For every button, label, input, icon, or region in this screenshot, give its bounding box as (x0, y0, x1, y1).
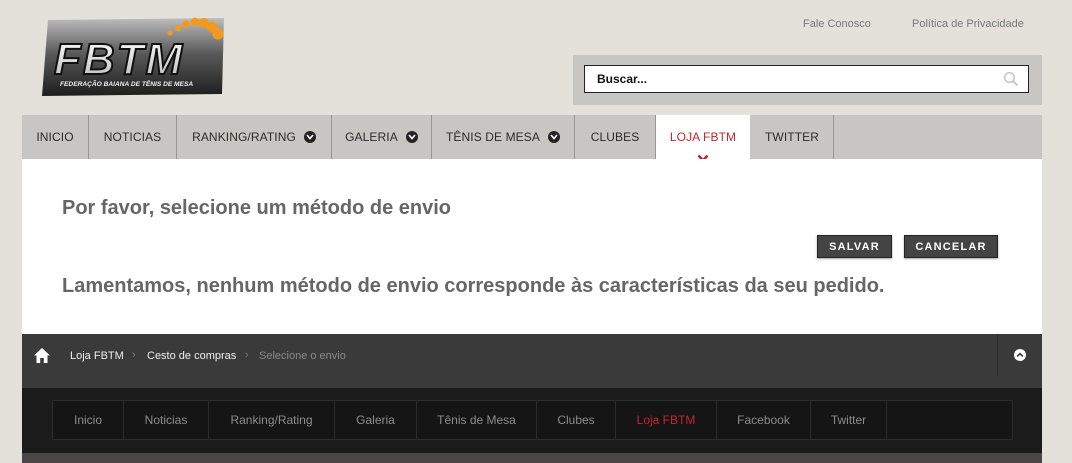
footer-nav: Inicio Noticias Ranking/Rating Galeria T… (52, 400, 1013, 440)
nav-item-label: RANKING/RATING (192, 130, 296, 144)
footer-nav-item[interactable]: Noticias (124, 401, 209, 439)
page-title: Por favor, selecione um método de envio (62, 197, 451, 219)
nav-item-tenis-de-mesa[interactable]: TÊNIS DE MESA (432, 115, 575, 159)
search-area (573, 55, 1042, 105)
nav-item-label: NOTICIAS (103, 130, 162, 144)
privacy-link[interactable]: Política de Privacidade (912, 18, 1024, 30)
footer-nav-item-active[interactable]: Loja FBTM (616, 401, 717, 439)
footer-nav-item[interactable]: Inicio (53, 401, 124, 439)
nav-item-label: GALERIA (345, 130, 398, 144)
nav-item-label: INICIO (36, 130, 74, 144)
search-icon[interactable] (1003, 71, 1019, 87)
breadcrumb-item[interactable]: Cesto de compras (147, 350, 236, 362)
search-input[interactable] (597, 71, 977, 87)
footer-nav-item[interactable]: Facebook (717, 401, 811, 439)
back-to-top-icon[interactable] (1014, 349, 1026, 361)
svg-text:FEDERAÇÃO BAIANA DE TÊNIS DE M: FEDERAÇÃO BAIANA DE TÊNIS DE MESA (60, 79, 193, 88)
nav-item-clubes[interactable]: CLUBES (575, 115, 656, 159)
footer-nav-item[interactable]: Tênis de Mesa (417, 401, 537, 439)
contact-link[interactable]: Fale Conosco (803, 18, 871, 30)
nav-item-noticias[interactable]: NOTICIAS (89, 115, 177, 159)
search-box (584, 65, 1029, 93)
breadcrumb-item[interactable]: Loja FBTM (70, 350, 124, 362)
divider (997, 334, 998, 376)
footer-nav-item[interactable]: Galeria (335, 401, 417, 439)
footer-nav-item[interactable]: Twitter (811, 401, 887, 439)
nav-item-label: CLUBES (590, 130, 640, 144)
nav-item-label: LOJA FBTM (669, 130, 737, 144)
save-button[interactable]: SALVAR (817, 235, 892, 258)
no-shipping-message: Lamentamos, nenhum método de envio corre… (62, 275, 885, 297)
breadcrumb-separator-icon: › (132, 349, 136, 361)
nav-item-inicio[interactable]: INICIO (22, 115, 89, 159)
nav-item-label: TWITTER (764, 130, 820, 144)
chevron-down-icon (303, 131, 316, 143)
nav-item-loja-fbtm[interactable]: LOJA FBTM (656, 115, 751, 159)
main-nav: INICIO NOTICIAS RANKING/RATING GALERIA T… (22, 115, 1042, 159)
nav-item-ranking[interactable]: RANKING/RATING (177, 115, 332, 159)
home-icon[interactable] (33, 347, 51, 364)
shipping-panel: Por favor, selecione um método de envio … (22, 159, 1042, 334)
fbtm-logo[interactable]: FBTM FEDERAÇÃO BAIANA DE TÊNIS DE MESA (38, 14, 228, 100)
nav-item-label: TÊNIS DE MESA (446, 130, 540, 144)
footer-strip (22, 453, 1042, 463)
footer-nav-item[interactable]: Clubes (537, 401, 616, 439)
cancel-button[interactable]: CANCELAR (904, 235, 998, 258)
nav-item-twitter[interactable]: TWITTER (751, 115, 834, 159)
footer: Inicio Noticias Ranking/Rating Galeria T… (22, 388, 1042, 463)
chevron-down-icon (547, 131, 560, 143)
nav-item-galeria[interactable]: GALERIA (332, 115, 432, 159)
breadcrumb-item-current: Selecione o envio (259, 350, 346, 362)
breadcrumb: Loja FBTM › Cesto de compras › Selecione… (22, 334, 1042, 388)
breadcrumb-separator-icon: › (245, 349, 249, 361)
svg-text:FBTM: FBTM (54, 35, 184, 84)
footer-nav-item[interactable]: Ranking/Rating (209, 401, 335, 439)
chevron-down-icon (405, 131, 418, 143)
